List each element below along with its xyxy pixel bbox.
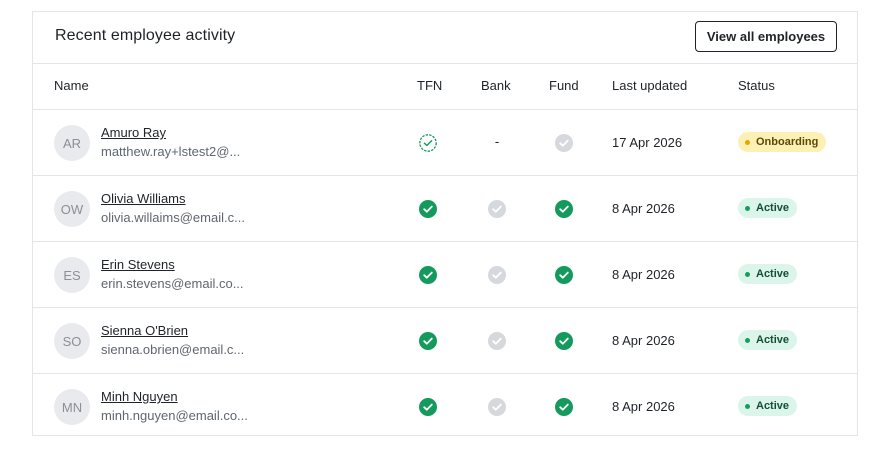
- bank-grey-check-icon: [488, 332, 506, 350]
- column-header-status[interactable]: Status: [738, 78, 775, 93]
- recent-activity-card: Recent employee activity View all employ…: [32, 11, 858, 436]
- column-header-tfn[interactable]: TFN: [417, 78, 442, 93]
- tfn-green-check-icon: [419, 266, 437, 284]
- employee-email: minh.nguyen@email.co...: [101, 408, 248, 423]
- employee-email: olivia.willaims@email.c...: [101, 210, 245, 225]
- employee-name-link[interactable]: Erin Stevens: [101, 257, 175, 272]
- fund-green-check-icon: [555, 398, 573, 416]
- fund-green-check-icon: [555, 332, 573, 350]
- fund-green-check-icon: [555, 266, 573, 284]
- avatar: SO: [54, 323, 90, 359]
- status-label: Active: [756, 268, 790, 280]
- table-row[interactable]: AR Amuro Ray matthew.ray+lstest2@... - 17 Ap…: [33, 110, 857, 176]
- bank-grey-check-icon: [488, 200, 506, 218]
- status-badge: Active: [738, 330, 798, 350]
- view-all-employees-button[interactable]: View all employees: [695, 21, 837, 52]
- status-dot-icon: [745, 403, 750, 409]
- status-label: Onboarding: [756, 136, 819, 148]
- last-updated-date: 8 Apr 2026: [612, 201, 675, 216]
- column-header-bank[interactable]: Bank: [481, 78, 511, 93]
- employee-email: erin.stevens@email.co...: [101, 276, 244, 291]
- last-updated-date: 8 Apr 2026: [612, 267, 675, 282]
- employee-email: matthew.ray+lstest2@...: [101, 144, 241, 159]
- status-dot-icon: [745, 139, 750, 145]
- status-dot-icon: [745, 337, 750, 343]
- status-label: Active: [756, 202, 790, 214]
- tfn-green-check-icon: [419, 200, 437, 218]
- status-badge: Active: [738, 198, 798, 218]
- table-row[interactable]: ES Erin Stevens erin.stevens@email.co... 8 …: [33, 242, 857, 308]
- column-header-fund[interactable]: Fund: [549, 78, 579, 93]
- table-header: Name TFN Bank Fund Last updated Status: [33, 64, 857, 110]
- status-label: Active: [756, 334, 790, 346]
- tfn-green-check-icon: [419, 398, 437, 416]
- status-dot-icon: [745, 205, 750, 211]
- fund-grey-check-icon: [555, 134, 573, 152]
- employee-name-link[interactable]: Sienna O'Brien: [101, 323, 188, 338]
- employee-name-link[interactable]: Olivia Williams: [101, 191, 186, 206]
- fund-green-check-icon: [555, 200, 573, 218]
- bank-empty: -: [494, 134, 500, 149]
- bank-grey-check-icon: [488, 266, 506, 284]
- last-updated-date: 8 Apr 2026: [612, 399, 675, 414]
- status-badge: Active: [738, 264, 798, 284]
- status-label: Active: [756, 400, 790, 412]
- column-header-name[interactable]: Name: [54, 78, 89, 93]
- avatar: AR: [54, 125, 90, 161]
- employee-email: sienna.obrien@email.c...: [101, 342, 245, 357]
- avatar: MN: [54, 389, 90, 425]
- last-updated-date: 8 Apr 2026: [612, 333, 675, 348]
- card-title: Recent employee activity: [55, 27, 236, 44]
- last-updated-date: 17 Apr 2026: [612, 135, 683, 150]
- tfn-pending-check-icon: [419, 134, 437, 152]
- table-row[interactable]: SO Sienna O'Brien sienna.obrien@email.c...…: [33, 308, 857, 374]
- employee-name-link[interactable]: Minh Nguyen: [101, 389, 178, 404]
- table-row[interactable]: OW Olivia Williams olivia.willaims@email.c…: [33, 176, 857, 242]
- column-header-last-updated[interactable]: Last updated: [612, 78, 687, 93]
- table-row[interactable]: MN Minh Nguyen minh.nguyen@email.co... 8 Ap…: [33, 374, 857, 439]
- employee-name-link[interactable]: Amuro Ray: [101, 125, 166, 140]
- bank-grey-check-icon: [488, 398, 506, 416]
- tfn-green-check-icon: [419, 332, 437, 350]
- avatar: ES: [54, 257, 90, 293]
- status-badge: Onboarding: [738, 132, 827, 152]
- avatar: OW: [54, 191, 90, 227]
- status-badge: Active: [738, 396, 798, 416]
- status-dot-icon: [745, 271, 750, 277]
- card-header: Recent employee activity View all employ…: [33, 12, 857, 64]
